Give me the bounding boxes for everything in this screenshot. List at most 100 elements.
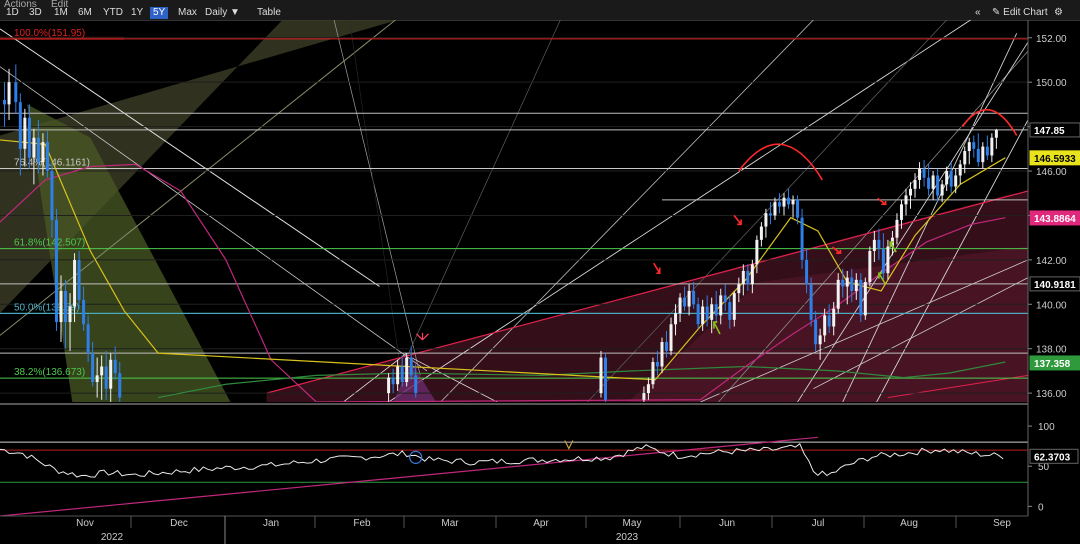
candle-body-38 — [655, 362, 659, 367]
candle-body-68 — [791, 199, 795, 205]
candle-body-57 — [741, 270, 745, 285]
candle-body-56 — [737, 284, 741, 294]
candle-body-108 — [972, 142, 976, 149]
candle-body-55 — [732, 293, 736, 320]
candle-body-45 — [687, 290, 691, 307]
price-tag-label-4: 137.358 — [1034, 359, 1071, 370]
month-label-jan: Jan — [263, 518, 279, 529]
candle-body-70 — [800, 217, 804, 260]
edit-chart-button[interactable]: ✎ Edit Chart — [992, 7, 1048, 19]
price-tag-label-0: 147.85 — [1034, 126, 1065, 137]
candle-body-31 — [409, 357, 413, 376]
range-1m-button[interactable]: 1M — [51, 7, 71, 19]
fib-label-4: 38.2%(136.673) — [14, 367, 85, 378]
candle-body-0 — [3, 99, 7, 105]
candle-body-72 — [809, 284, 813, 320]
candle-body-74 — [818, 335, 822, 345]
collapse-icon[interactable]: « — [975, 7, 981, 19]
candle-body-59 — [750, 264, 754, 285]
candle-body-94 — [909, 188, 913, 196]
candle-body-75 — [823, 315, 827, 336]
range-max-button[interactable]: Max — [175, 7, 200, 19]
candle-body-113 — [994, 129, 998, 138]
top-arc-1 — [738, 143, 824, 181]
range-3d-button[interactable]: 3D — [26, 7, 45, 19]
red-arrow-4-shaft — [877, 197, 887, 205]
price-tag-label-1: 146.5933 — [1034, 154, 1076, 165]
toolbar: Actions Edit 1D 3D 1M 6M YTD 1Y 5Y Max D… — [0, 0, 1080, 21]
month-label-feb: Feb — [353, 518, 371, 529]
candle-body-14 — [68, 306, 72, 323]
month-label-dec: Dec — [170, 518, 188, 529]
fan-line-14 — [349, 20, 403, 380]
range-5y-button[interactable]: 5Y — [150, 7, 169, 19]
candle-body-100 — [936, 175, 940, 196]
candle-body-71 — [805, 259, 809, 285]
candle-body-28 — [396, 366, 400, 385]
rsi-tick-label-100: 100 — [1038, 422, 1055, 433]
edit-chart-label: Edit Chart — [1003, 7, 1048, 18]
candle-body-34 — [604, 357, 608, 400]
interval-select[interactable]: Daily ▼ — [202, 7, 243, 19]
candle-body-69 — [796, 199, 800, 218]
range-1d-button[interactable]: 1D — [3, 7, 22, 19]
month-label-aug: Aug — [900, 518, 918, 529]
candle-body-82 — [854, 279, 858, 291]
table-button[interactable]: Table — [254, 7, 284, 19]
candle-body-104 — [954, 175, 958, 187]
month-label-apr: Apr — [533, 518, 549, 529]
candle-body-86 — [872, 239, 876, 251]
candle-body-89 — [886, 246, 890, 274]
candle-body-80 — [845, 277, 849, 287]
rsi-tick-label-0: 0 — [1038, 502, 1044, 513]
range-6m-button[interactable]: 6M — [75, 7, 95, 19]
range-ytd-button[interactable]: YTD — [100, 7, 126, 19]
candle-body-5 — [27, 117, 31, 158]
candle-body-92 — [899, 204, 903, 220]
fib-label-0: 100.0%(151.95) — [14, 28, 85, 39]
candle-body-25 — [118, 373, 122, 398]
candle-body-109 — [976, 148, 980, 163]
candle-body-101 — [940, 184, 944, 196]
candle-body-73 — [814, 319, 818, 345]
candle-body-37 — [651, 362, 655, 385]
y-tick-label-138: 138.00 — [1036, 345, 1067, 356]
candle-body-10 — [50, 171, 54, 220]
candle-body-54 — [728, 302, 732, 320]
red-arrow-2-shaft — [733, 214, 742, 225]
candle-body-7 — [36, 137, 40, 163]
month-label-jun: Jun — [719, 518, 735, 529]
candle-body-36 — [646, 384, 650, 394]
candle-body-102 — [945, 171, 949, 185]
candle-body-39 — [660, 342, 664, 367]
candle-body-76 — [827, 315, 831, 327]
candle-body-84 — [863, 282, 867, 316]
candle-body-23 — [109, 359, 113, 389]
candle-body-110 — [981, 146, 985, 163]
y-tick-label-146: 146.00 — [1036, 167, 1067, 178]
candle-body-17 — [82, 299, 86, 325]
candle-body-3 — [18, 102, 22, 149]
month-label-sep: Sep — [993, 518, 1011, 529]
candle-body-1 — [7, 82, 11, 105]
settings-icon[interactable]: ⚙ — [1054, 7, 1063, 19]
candle-body-6 — [32, 137, 36, 158]
y-tick-label-150: 150.00 — [1036, 78, 1067, 89]
candle-body-46 — [692, 290, 696, 305]
candle-body-95 — [913, 179, 917, 189]
candle-body-112 — [990, 137, 994, 156]
price-tag-label-3: 140.9181 — [1034, 280, 1076, 291]
candle-body-24 — [113, 359, 117, 374]
candle-body-83 — [859, 279, 863, 316]
candle-body-4 — [23, 117, 27, 149]
candle-body-88 — [881, 248, 885, 274]
candle-body-12 — [59, 290, 63, 323]
month-label-nov: Nov — [76, 518, 94, 529]
price-chart[interactable]: 100.0%(151.95)76.4%(146.1161)61.8%(142.5… — [0, 20, 1080, 544]
candle-body-53 — [723, 295, 727, 303]
range-1y-button[interactable]: 1Y — [128, 7, 146, 19]
candle-body-43 — [678, 297, 682, 314]
candle-body-40 — [665, 342, 669, 351]
candle-body-96 — [918, 168, 922, 180]
candle-body-87 — [877, 239, 881, 249]
